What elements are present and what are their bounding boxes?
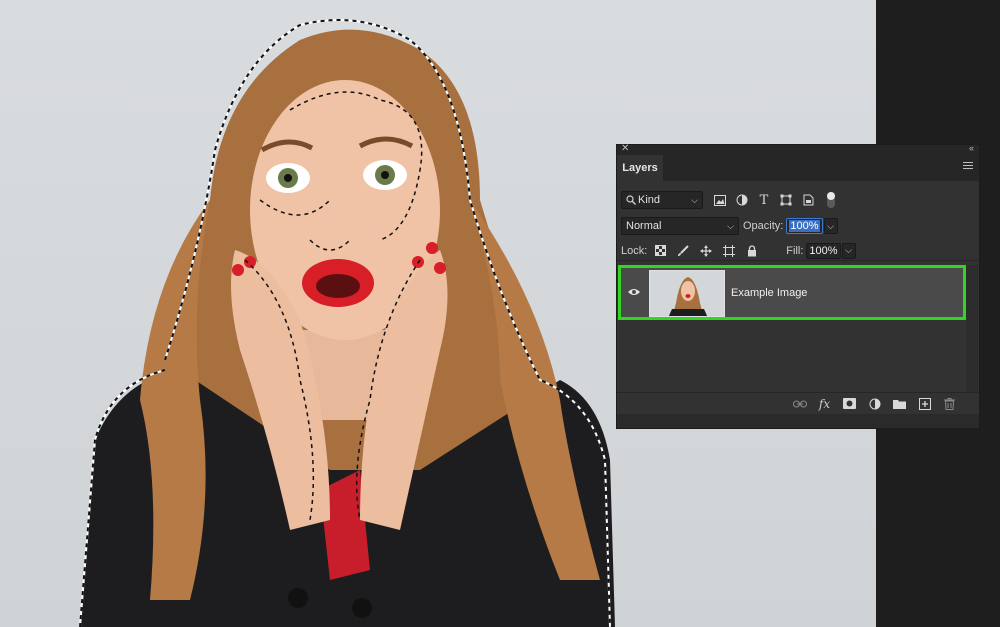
opacity-input[interactable]: 100% xyxy=(786,218,823,234)
close-icon[interactable]: ✕ xyxy=(621,143,629,154)
fill-input[interactable]: 100% xyxy=(806,242,841,259)
type-filter-icon[interactable]: T xyxy=(757,193,771,208)
filter-kind-value: Kind xyxy=(638,194,661,206)
lock-image-pixels-icon[interactable] xyxy=(676,244,690,258)
eye-visibility-icon[interactable] xyxy=(627,287,641,297)
blend-mode-dropdown[interactable]: Normal ⌵ xyxy=(621,217,739,235)
adjustment-filter-icon[interactable] xyxy=(735,193,749,207)
filter-kind-dropdown[interactable]: Kind ⌵ xyxy=(621,191,703,209)
image-filter-icon[interactable] xyxy=(713,193,727,207)
panel-tab-bar: Layers xyxy=(617,155,979,181)
layer-thumbnail[interactable] xyxy=(649,270,725,317)
lock-transparent-pixels-icon[interactable] xyxy=(653,244,667,258)
chevron-down-icon: ⌵ xyxy=(727,221,734,231)
panel-bottom-edge xyxy=(617,414,979,428)
new-layer-icon[interactable] xyxy=(917,397,932,411)
blend-mode-value: Normal xyxy=(626,220,662,232)
collapse-icon[interactable]: ‹‹ xyxy=(969,143,974,153)
opacity-label: Opacity: xyxy=(743,220,784,232)
lock-position-icon[interactable] xyxy=(699,244,713,258)
search-icon xyxy=(626,195,636,205)
lock-label: Lock: xyxy=(621,244,648,257)
chevron-down-icon: ⌵ xyxy=(691,195,698,205)
new-group-icon[interactable] xyxy=(892,397,907,411)
fill-dropdown-button[interactable]: ⌵ xyxy=(841,242,856,259)
lock-options-bar: Lock: Fill: 100% ⌵ xyxy=(617,241,979,261)
layer-style-icon[interactable]: fx xyxy=(817,397,832,411)
fill-label: Fill: xyxy=(786,244,804,257)
add-mask-icon[interactable] xyxy=(842,397,857,411)
lock-artboard-icon[interactable] xyxy=(722,244,736,258)
shape-filter-icon[interactable] xyxy=(779,193,793,207)
filter-toggle[interactable] xyxy=(827,192,835,208)
blend-options-bar: Normal ⌵ Opacity: 100% ⌵ xyxy=(617,215,979,237)
layers-panel: ✕ ‹‹ Layers Kind ⌵ T Normal ⌵ Opacity: 1… xyxy=(616,143,980,429)
tab-layers[interactable]: Layers xyxy=(617,155,663,181)
layers-scrollbar[interactable] xyxy=(966,265,978,401)
lock-all-icon[interactable] xyxy=(745,244,759,258)
layer-row-example-image[interactable]: Example Image xyxy=(618,265,966,320)
panel-footer-toolbar: fx xyxy=(617,392,979,414)
delete-layer-icon[interactable] xyxy=(942,397,957,411)
layer-filter-bar: Kind ⌵ T xyxy=(617,189,979,211)
new-adjustment-layer-icon[interactable] xyxy=(867,397,882,411)
opacity-dropdown-button[interactable]: ⌵ xyxy=(823,218,838,234)
panel-titlebar[interactable]: ✕ ‹‹ xyxy=(617,143,979,155)
layer-name[interactable]: Example Image xyxy=(731,287,807,299)
smart-object-filter-icon[interactable] xyxy=(801,193,815,207)
panel-menu-icon[interactable] xyxy=(963,162,973,171)
link-layers-icon[interactable] xyxy=(792,397,807,411)
